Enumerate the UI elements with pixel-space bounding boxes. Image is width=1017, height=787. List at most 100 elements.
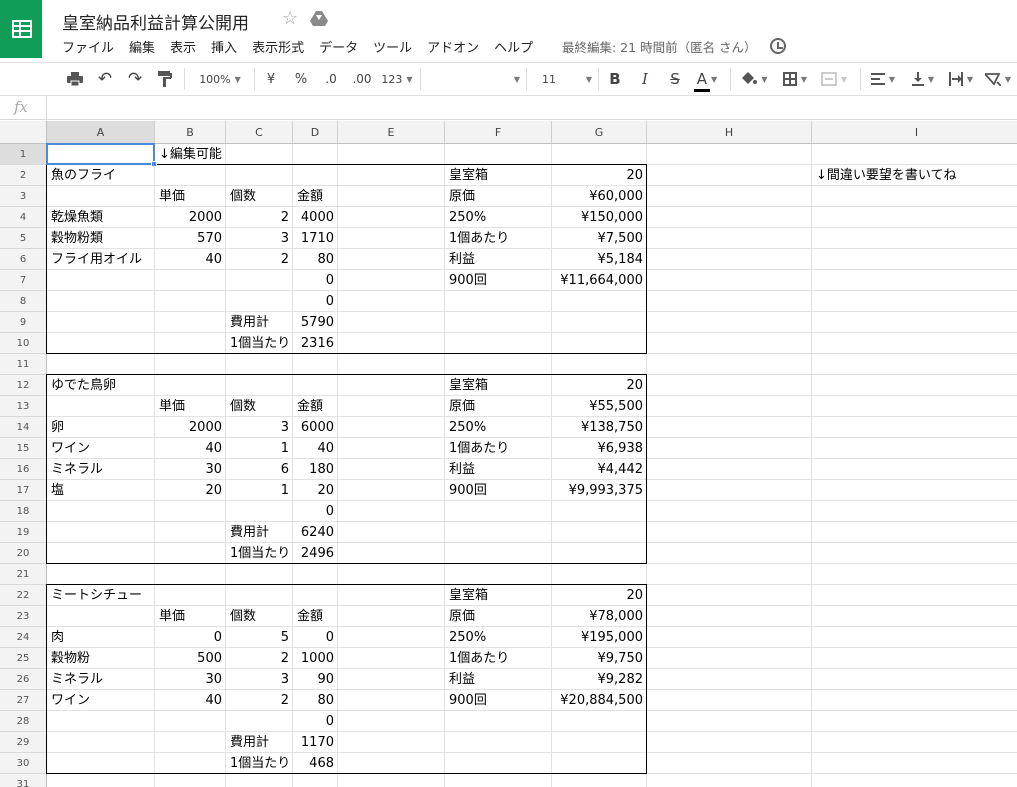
cell-a27[interactable]: ワイン: [47, 690, 155, 711]
row-header[interactable]: 29: [0, 732, 47, 753]
row-header[interactable]: 14: [0, 417, 47, 438]
cell-g4[interactable]: ¥150,000: [552, 207, 647, 228]
spreadsheet-grid[interactable]: A B C D E F G H I 1 2 3 4 5 6 7 8 9 10 11 12 13 14 15 16 17 18 19 20…: [0, 121, 1017, 787]
row-header[interactable]: 18: [0, 501, 47, 522]
cell-b17[interactable]: 20: [155, 480, 226, 501]
cell-c23[interactable]: 個数: [226, 606, 293, 627]
cell-b13[interactable]: 単価: [155, 396, 226, 417]
row-header[interactable]: 19: [0, 522, 47, 543]
cell-d5[interactable]: 1710: [293, 228, 338, 249]
cell-b25[interactable]: 500: [155, 648, 226, 669]
cell-g5[interactable]: ¥7,500: [552, 228, 647, 249]
row-header[interactable]: 10: [0, 333, 47, 354]
cell-a5[interactable]: 穀物粉類: [47, 228, 155, 249]
cell-c15[interactable]: 1: [226, 438, 293, 459]
strikethrough-button[interactable]: S: [664, 63, 686, 95]
cell-b4[interactable]: 2000: [155, 207, 226, 228]
sheets-logo[interactable]: [0, 0, 42, 58]
cell-d15[interactable]: 40: [293, 438, 338, 459]
cell-d10[interactable]: 2316: [293, 333, 338, 354]
cell-d28[interactable]: 0: [293, 711, 338, 732]
cell-f26[interactable]: 利益: [445, 669, 552, 690]
cell-a2[interactable]: 魚のフライ: [47, 165, 155, 186]
borders-button[interactable]: ▼: [778, 63, 812, 95]
menu-item[interactable]: 挿入: [211, 37, 237, 57]
cell-c19[interactable]: 費用計: [226, 522, 293, 543]
font-family-select[interactable]: ▼: [428, 63, 520, 95]
row-header[interactable]: 24: [0, 627, 47, 648]
cell-g3[interactable]: ¥60,000: [552, 186, 647, 207]
cell-f15[interactable]: 1個あたり: [445, 438, 552, 459]
cell-i2[interactable]: ↓間違い要望を書いてね: [812, 165, 1017, 186]
cell-f17[interactable]: 900回: [445, 480, 552, 501]
column-header-i[interactable]: I: [812, 121, 1017, 144]
column-header-a[interactable]: A: [47, 121, 155, 144]
column-header-f[interactable]: F: [445, 121, 552, 144]
cell-d16[interactable]: 180: [293, 459, 338, 480]
cell-b27[interactable]: 40: [155, 690, 226, 711]
cell-d26[interactable]: 90: [293, 669, 338, 690]
undo-button[interactable]: ↶: [92, 63, 118, 95]
cell-c10[interactable]: 1個当たり: [226, 333, 293, 354]
cell-f23[interactable]: 原価: [445, 606, 552, 627]
row-header[interactable]: 5: [0, 228, 47, 249]
vertical-align-button[interactable]: ▼: [906, 63, 940, 95]
row-header[interactable]: 15: [0, 438, 47, 459]
cell-b14[interactable]: 2000: [155, 417, 226, 438]
cell-c20[interactable]: 1個当たり: [226, 543, 293, 564]
cell-g26[interactable]: ¥9,282: [552, 669, 647, 690]
merge-cells-button[interactable]: ▼: [816, 63, 852, 95]
cell-a24[interactable]: 肉: [47, 627, 155, 648]
cell-c9[interactable]: 費用計: [226, 312, 293, 333]
cell-b1[interactable]: ↓編集可能: [155, 144, 226, 165]
cell-d8[interactable]: 0: [293, 291, 338, 312]
cell-c3[interactable]: 個数: [226, 186, 293, 207]
cell-c6[interactable]: 2: [226, 249, 293, 270]
cell-g17[interactable]: ¥9,993,375: [552, 480, 647, 501]
cell-b5[interactable]: 570: [155, 228, 226, 249]
percent-format-button[interactable]: %: [290, 63, 312, 95]
cell-b16[interactable]: 30: [155, 459, 226, 480]
cell-c25[interactable]: 2: [226, 648, 293, 669]
column-header-b[interactable]: B: [155, 121, 226, 144]
cell-b24[interactable]: 0: [155, 627, 226, 648]
cell-a16[interactable]: ミネラル: [47, 459, 155, 480]
menu-item[interactable]: アドオン: [427, 37, 479, 57]
menu-item[interactable]: 表示形式: [252, 37, 304, 57]
horizontal-align-button[interactable]: ▼: [866, 63, 900, 95]
cell-b6[interactable]: 40: [155, 249, 226, 270]
row-header[interactable]: 16: [0, 459, 47, 480]
row-header[interactable]: 30: [0, 753, 47, 774]
formula-input[interactable]: [52, 98, 992, 117]
cell-g15[interactable]: ¥6,938: [552, 438, 647, 459]
fill-color-button[interactable]: ▼: [738, 63, 772, 95]
cell-a15[interactable]: ワイン: [47, 438, 155, 459]
more-formats-select[interactable]: 123 ▼: [380, 63, 414, 95]
column-header-d[interactable]: D: [293, 121, 338, 144]
cell-a26[interactable]: ミネラル: [47, 669, 155, 690]
cell-f5[interactable]: 1個あたり: [445, 228, 552, 249]
cell-f25[interactable]: 1個あたり: [445, 648, 552, 669]
cell-d30[interactable]: 468: [293, 753, 338, 774]
row-header[interactable]: 4: [0, 207, 47, 228]
cell-d13[interactable]: 金額: [293, 396, 338, 417]
cell-b3[interactable]: 単価: [155, 186, 226, 207]
row-header[interactable]: 11: [0, 354, 47, 375]
cell-g24[interactable]: ¥195,000: [552, 627, 647, 648]
cell-c30[interactable]: 1個当たり: [226, 753, 293, 774]
cell-f14[interactable]: 250%: [445, 417, 552, 438]
row-header[interactable]: 12: [0, 375, 47, 396]
row-header[interactable]: 23: [0, 606, 47, 627]
cell-c17[interactable]: 1: [226, 480, 293, 501]
row-header[interactable]: 28: [0, 711, 47, 732]
cell-a17[interactable]: 塩: [47, 480, 155, 501]
cell-d25[interactable]: 1000: [293, 648, 338, 669]
cell-d7[interactable]: 0: [293, 270, 338, 291]
cell-f24[interactable]: 250%: [445, 627, 552, 648]
column-header-e[interactable]: E: [338, 121, 445, 144]
cell-g7[interactable]: ¥11,664,000: [552, 270, 647, 291]
cell-g14[interactable]: ¥138,750: [552, 417, 647, 438]
cell-c4[interactable]: 2: [226, 207, 293, 228]
select-all-corner[interactable]: [0, 121, 47, 144]
row-header[interactable]: 1: [0, 144, 47, 165]
